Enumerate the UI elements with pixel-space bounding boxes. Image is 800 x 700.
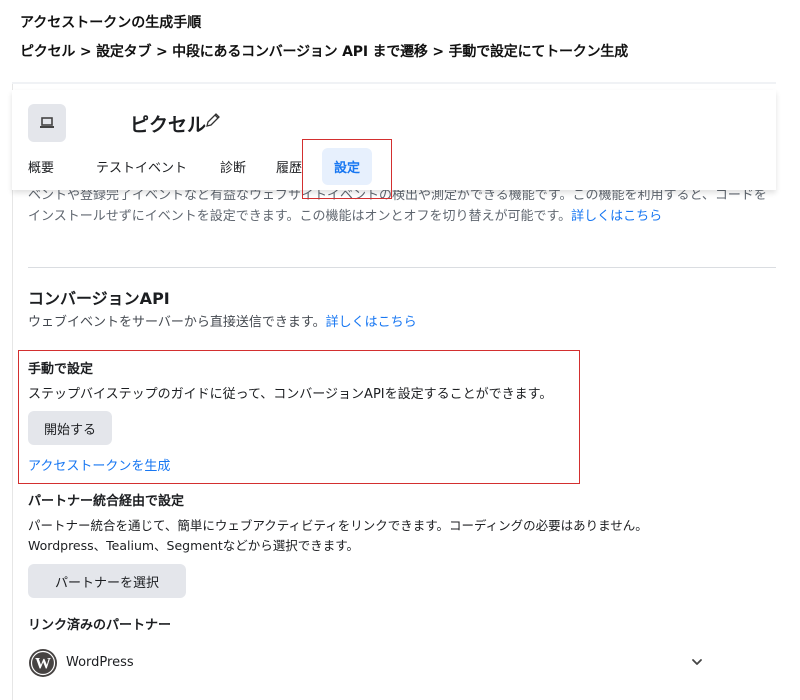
- tab-diagnostics[interactable]: 診断: [220, 148, 276, 185]
- section-divider: [28, 267, 776, 268]
- conversion-api-description: ウェブイベントをサーバーから直接送信できます。詳しくはこちら: [28, 311, 417, 330]
- partner-desc-line2: Wordpress、Tealium、Segmentなどから選択できます。: [28, 538, 360, 553]
- conversion-api-text: ウェブイベントをサーバーから直接送信できます。: [28, 315, 326, 330]
- manual-setup-title: 手動で設定: [28, 362, 94, 377]
- conversion-api-title: コンバージョンAPI: [28, 289, 170, 308]
- tab-settings[interactable]: 設定: [322, 148, 373, 185]
- pencil-icon[interactable]: [204, 111, 222, 133]
- partner-setup-description: パートナー統合を通じて、簡単にウェブアクティビティをリンクできます。コーディング…: [28, 516, 728, 556]
- generate-access-token-link[interactable]: アクセストークンを生成: [28, 455, 170, 474]
- partner-setup-title: パートナー統合経由で設定: [28, 494, 185, 509]
- doc-title: アクセストークンの生成手順: [20, 15, 202, 31]
- wordpress-logo-icon: W: [28, 648, 58, 678]
- linked-partners-title: リンク済みのパートナー: [28, 618, 172, 633]
- laptop-icon: [28, 104, 66, 142]
- wordpress-partner-name: WordPress: [66, 655, 134, 670]
- tab-history[interactable]: 履歴: [276, 148, 322, 185]
- chevron-down-icon[interactable]: [690, 654, 704, 673]
- tab-test-events[interactable]: テストイベント: [96, 148, 220, 185]
- select-partner-button[interactable]: パートナーを選択: [28, 564, 186, 598]
- tab-overview[interactable]: 概要: [28, 148, 96, 185]
- conversion-api-learn-more-link[interactable]: 詳しくはこちら: [326, 315, 417, 330]
- doc-navigation-path: ピクセル > 設定タブ > 中段にあるコンバージョン API まで遷移 > 手動…: [20, 44, 629, 60]
- tab-bar: 概要 テストイベント 診断 履歴 設定: [28, 148, 373, 185]
- pixel-name: ピクセル: [130, 114, 207, 136]
- learn-more-link[interactable]: 詳しくはこちら: [571, 209, 662, 224]
- manual-setup-description: ステップバイステップのガイドに従って、コンバージョンAPIを設定することができま…: [28, 387, 553, 402]
- partner-desc-line1: パートナー統合を通じて、簡単にウェブアクティビティをリンクできます。コーディング…: [28, 518, 648, 533]
- automatic-events-description: ベントや登録完了イベントなど有益なウェブサイトイベントの検出や測定ができる機能で…: [28, 185, 768, 227]
- start-button[interactable]: 開始する: [28, 411, 112, 445]
- svg-text:W: W: [35, 656, 51, 673]
